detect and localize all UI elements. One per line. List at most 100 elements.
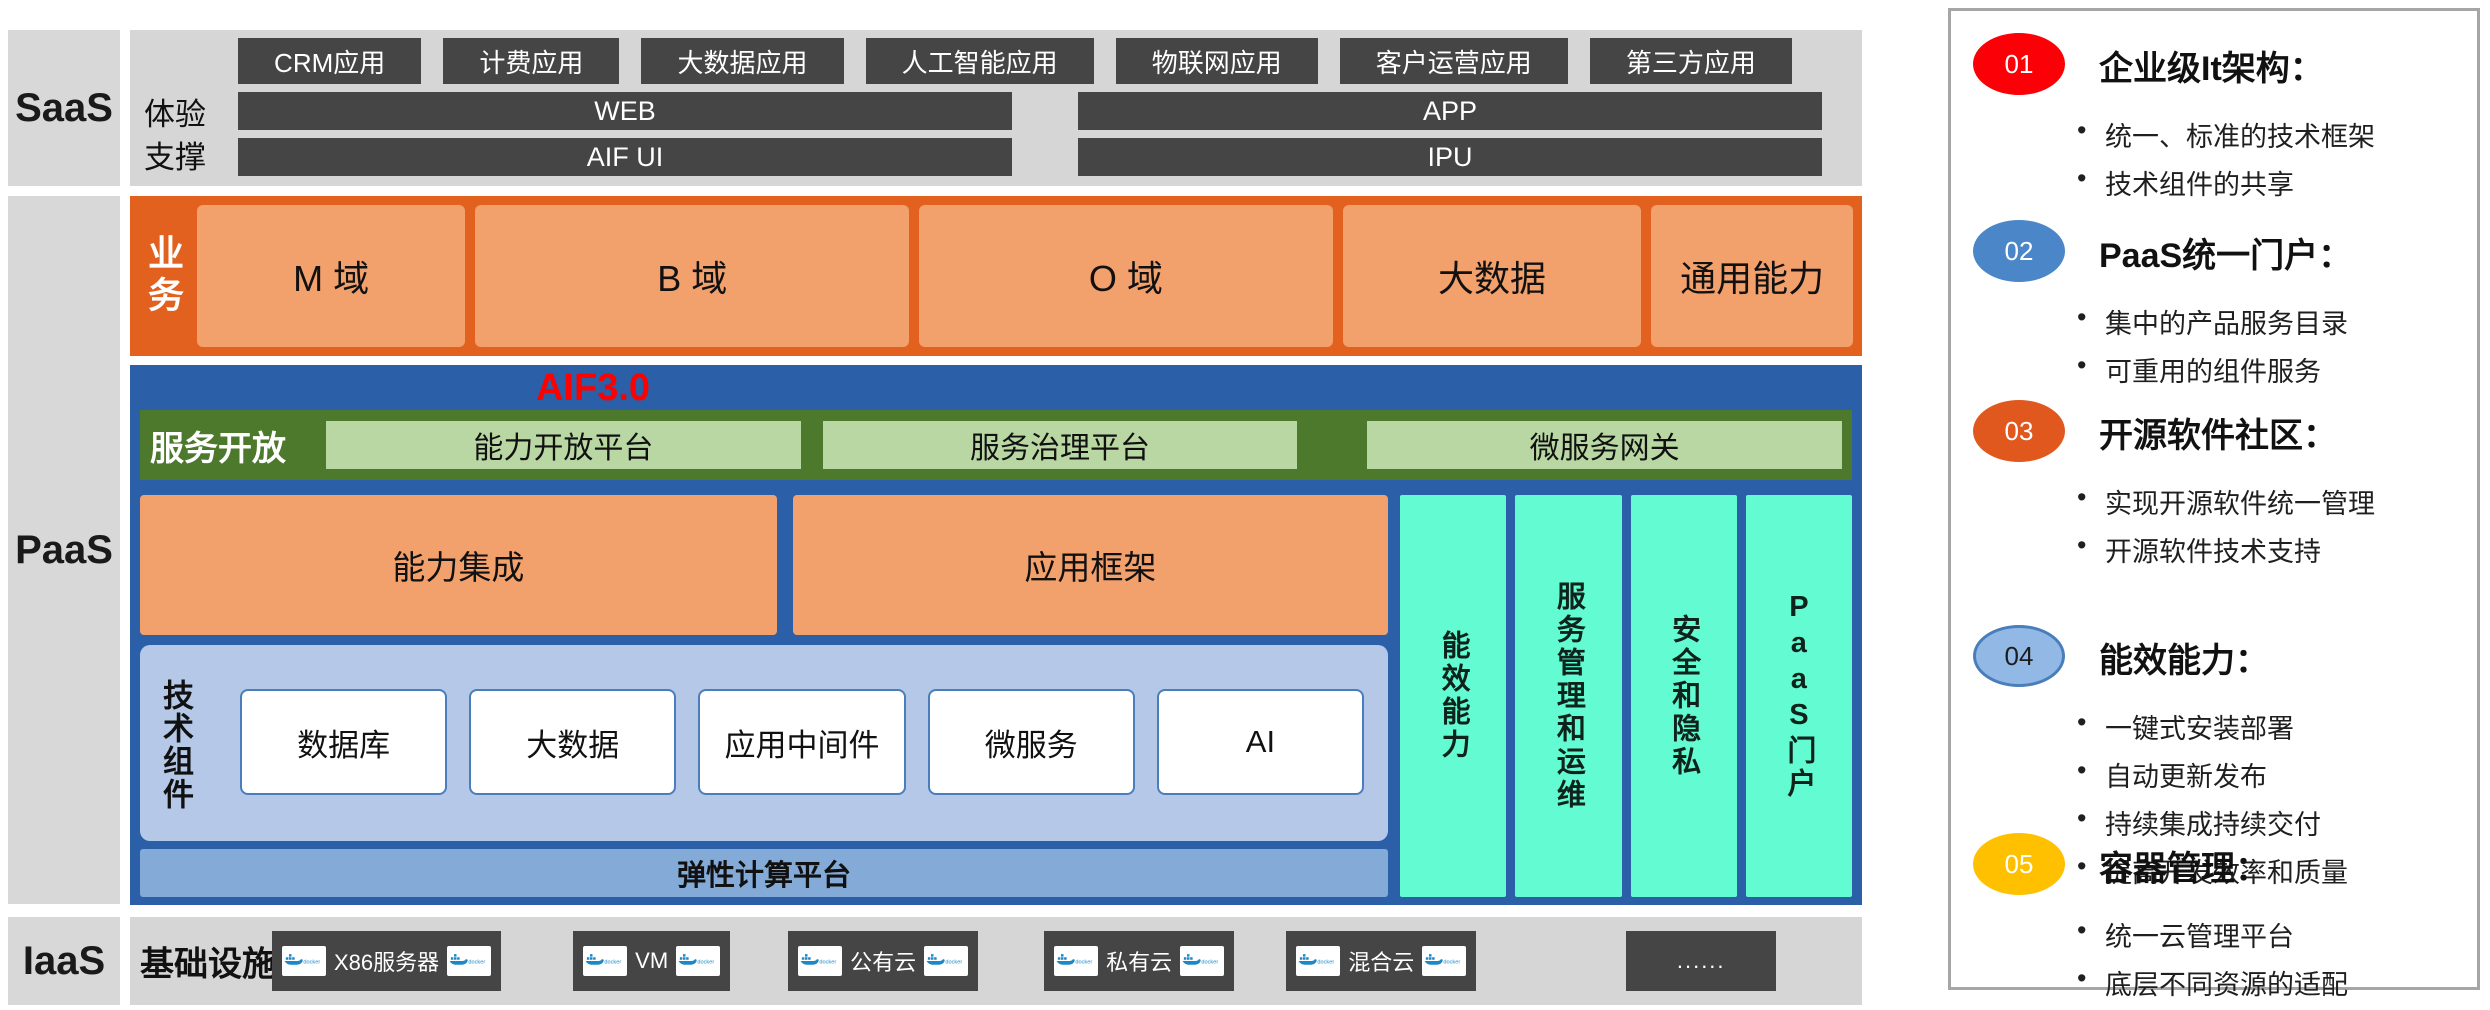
capability-open-platform-box: 能力开放平台 — [326, 421, 801, 469]
iaas-box-label: X86服务器 — [334, 945, 439, 977]
number-badge-04: 04 — [1973, 625, 2065, 687]
panel-item-title: 容器管理： — [2099, 841, 2269, 890]
paas-middle-region: 能力集成 应用框架 技术组件 数据库 大数据 应用中间件 微服务 AI 弹性计算… — [140, 495, 1852, 897]
service-open-row: 服务开放 能力开放平台 服务治理平台 微服务网关 — [140, 410, 1852, 480]
number-badge-05: 05 — [1973, 833, 2065, 895]
pillar-security-privacy: 安全和隐私 — [1631, 495, 1737, 897]
domain-box-m: M 域 — [197, 205, 465, 347]
iaas-box-label: 公有云 — [850, 945, 916, 977]
tech-comp-microservice: 微服务 — [928, 689, 1135, 795]
tech-components-label: 技术组件 — [152, 655, 198, 835]
bullet: 统一云管理平台 — [2069, 915, 2348, 954]
saas-apps-row: CRM应用 计费应用 大数据应用 人工智能应用 物联网应用 客户运营应用 第三方… — [238, 38, 1792, 84]
bullet: 实现开源软件统一管理 — [2069, 482, 2375, 521]
ipu-bar: IPU — [1078, 138, 1822, 176]
app-bar: APP — [1078, 92, 1822, 130]
panel-item-title: 开源软件社区： — [2099, 408, 2337, 457]
tech-components-box: 技术组件 数据库 大数据 应用中间件 微服务 AI — [140, 645, 1388, 841]
domain-box-general: 通用能力 — [1651, 205, 1853, 347]
bullet: 持续集成持续交付 — [2069, 803, 2348, 842]
svg-text:docker: docker — [469, 960, 486, 966]
tech-components-row: 数据库 大数据 应用中间件 微服务 AI — [240, 689, 1364, 795]
bullet: 可重用的组件服务 — [2069, 350, 2348, 389]
iaas-box-label: 私有云 — [1106, 945, 1172, 977]
web-bar: WEB — [238, 92, 1012, 130]
panel-item-title: 企业级It架构： — [2099, 41, 2324, 90]
app-box-bigdata: 大数据应用 — [641, 38, 843, 84]
svg-text:docker: docker — [946, 960, 963, 966]
pillar-service-mgmt-ops: 服务管理和运维 — [1515, 495, 1621, 897]
layer-label-paas: PaaS — [8, 196, 120, 904]
bullet: 自动更新发布 — [2069, 755, 2348, 794]
bullet: 技术组件的共享 — [2069, 163, 2375, 202]
panel-item-bullets: 集中的产品服务目录 可重用的组件服务 — [2069, 302, 2348, 398]
saas-bars-right: APP IPU — [1078, 92, 1822, 176]
pillar-paas-portal: PaaS门户 — [1746, 495, 1852, 897]
app-box-billing: 计费应用 — [443, 38, 619, 84]
pillar-efficiency: 能效能力 — [1400, 495, 1506, 897]
capability-row: 能力集成 应用框架 — [140, 495, 1388, 635]
iaas-row: docker X86服务器 docker docker VM docker do… — [272, 931, 1846, 991]
experience-support-label: 体验 支撑 — [144, 94, 236, 180]
number-badge-01: 01 — [1973, 33, 2065, 95]
domain-box-bigdata: 大数据 — [1343, 205, 1642, 347]
saas-band: CRM应用 计费应用 大数据应用 人工智能应用 物联网应用 客户运营应用 第三方… — [130, 30, 1862, 186]
number-badge-03: 03 — [1973, 400, 2065, 462]
app-box-iot: 物联网应用 — [1116, 38, 1318, 84]
app-box-customer-ops: 客户运营应用 — [1340, 38, 1568, 84]
svg-text:docker: docker — [1202, 960, 1219, 966]
iaas-box-private-cloud: docker 私有云 docker — [1044, 931, 1234, 991]
elastic-compute-platform-bar: 弹性计算平台 — [140, 849, 1388, 897]
domain-box-b: B 域 — [475, 205, 909, 347]
svg-text:docker: docker — [820, 960, 837, 966]
docker-icon: docker — [676, 946, 720, 976]
docker-icon: docker — [798, 946, 842, 976]
service-governance-platform-box: 服务治理平台 — [823, 421, 1298, 469]
app-box-ai: 人工智能应用 — [866, 38, 1094, 84]
key-points-panel: 01 企业级It架构： 统一、标准的技术框架 技术组件的共享 02 PaaS统一… — [1948, 8, 2480, 990]
tech-comp-middleware: 应用中间件 — [698, 689, 905, 795]
saas-bars-left: WEB AIF UI — [238, 92, 1012, 176]
iaas-box-label: 混合云 — [1348, 945, 1414, 977]
layer-label-iaas: IaaS — [8, 917, 120, 1005]
business-band: 业务 M 域 B 域 O 域 大数据 通用能力 — [130, 196, 1862, 356]
docker-icon: docker — [1180, 946, 1224, 976]
docker-icon: docker — [1422, 946, 1466, 976]
iaas-box-hybrid-cloud: docker 混合云 docker — [1286, 931, 1476, 991]
iaas-box-label: ...... — [1677, 948, 1726, 974]
architecture-diagram: SaaS PaaS IaaS CRM应用 计费应用 大数据应用 人工智能应用 物… — [0, 0, 2490, 1010]
svg-text:docker: docker — [605, 960, 622, 966]
panel-item-title: 能效能力： — [2099, 633, 2269, 682]
bullet: 统一、标准的技术框架 — [2069, 115, 2375, 154]
aif-version-title: AIF3.0 — [536, 367, 650, 410]
tech-comp-ai: AI — [1157, 689, 1364, 795]
paas-pillars: 能效能力 服务管理和运维 安全和隐私 PaaS门户 — [1400, 495, 1852, 897]
iaas-box-public-cloud: docker 公有云 docker — [788, 931, 978, 991]
bullet: 集中的产品服务目录 — [2069, 302, 2348, 341]
number-badge-02: 02 — [1973, 220, 2065, 282]
svg-text:docker: docker — [698, 960, 715, 966]
bullet: 开源软件技术支持 — [2069, 530, 2375, 569]
business-label: 业务 — [139, 205, 187, 347]
iaas-band: 基础设施 docker X86服务器 docker docker VM dock… — [130, 917, 1862, 1005]
svg-text:docker: docker — [1076, 960, 1093, 966]
docker-icon: docker — [447, 946, 491, 976]
docker-icon: docker — [583, 946, 627, 976]
iaas-box-label: VM — [635, 948, 668, 974]
domain-box-o: O 域 — [919, 205, 1333, 347]
docker-icon: docker — [1296, 946, 1340, 976]
docker-icon: docker — [282, 946, 326, 976]
paas-left-region: 能力集成 应用框架 技术组件 数据库 大数据 应用中间件 微服务 AI 弹性计算… — [140, 495, 1388, 897]
iaas-box-vm: docker VM docker — [573, 931, 730, 991]
capability-integration-box: 能力集成 — [140, 495, 777, 635]
bullet: 一键式安装部署 — [2069, 707, 2348, 746]
panel-item-bullets: 实现开源软件统一管理 开源软件技术支持 — [2069, 482, 2375, 578]
app-box-thirdparty: 第三方应用 — [1590, 38, 1792, 84]
iaas-box-x86: docker X86服务器 docker — [272, 931, 501, 991]
svg-text:docker: docker — [303, 960, 320, 966]
svg-text:docker: docker — [1318, 960, 1335, 966]
layer-label-saas: SaaS — [8, 30, 120, 186]
svg-text:docker: docker — [1444, 960, 1461, 966]
panel-item-bullets: 统一云管理平台 底层不同资源的适配 — [2069, 915, 2348, 1010]
infrastructure-label: 基础设施 — [140, 937, 276, 986]
